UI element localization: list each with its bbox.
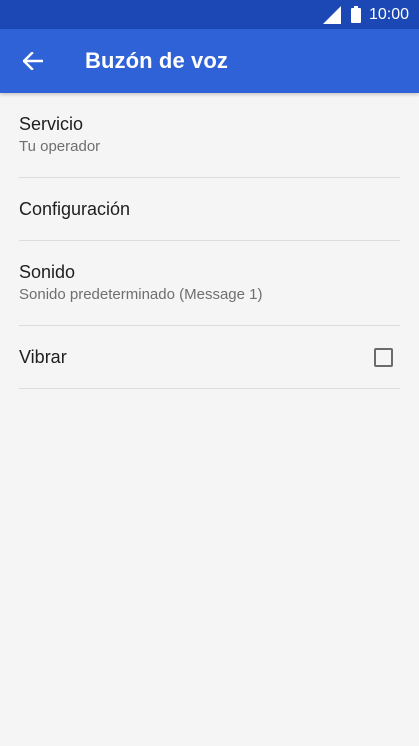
app-bar: Buzón de voz	[0, 29, 419, 93]
sound-summary: Sonido predeterminado (Message 1)	[19, 286, 263, 303]
status-time: 10:00	[368, 5, 409, 23]
sound-preference-text: Sonido Sonido predeterminado (Message 1)	[19, 261, 262, 305]
sound-preference[interactable]: Sonido Sonido predeterminado (Message 1)	[19, 241, 400, 326]
back-button[interactable]	[20, 48, 46, 74]
sound-title: Sonido	[19, 262, 76, 282]
status-bar: 10:00	[0, 0, 419, 29]
configuration-preference[interactable]: Configuración	[19, 178, 400, 241]
vibrate-title: Vibrar	[19, 347, 67, 367]
vibrate-preference[interactable]: Vibrar	[19, 326, 400, 389]
service-title: Servicio	[19, 114, 84, 134]
page-title: Buzón de voz	[85, 48, 228, 73]
battery-icon	[350, 6, 361, 23]
signal-icon	[322, 5, 341, 24]
service-summary: Tu operador	[19, 138, 101, 155]
arrow-back-icon	[23, 52, 43, 70]
configuration-title: Configuración	[19, 199, 131, 219]
service-preference[interactable]: Servicio Tu operador	[19, 93, 400, 178]
vibrate-preference-text: Vibrar	[19, 346, 67, 368]
service-preference-text: Servicio Tu operador	[19, 113, 100, 157]
settings-list: Servicio Tu operador Configuración Sonid…	[0, 93, 419, 389]
configuration-preference-text: Configuración	[19, 198, 130, 220]
vibrate-checkbox[interactable]	[374, 347, 393, 367]
